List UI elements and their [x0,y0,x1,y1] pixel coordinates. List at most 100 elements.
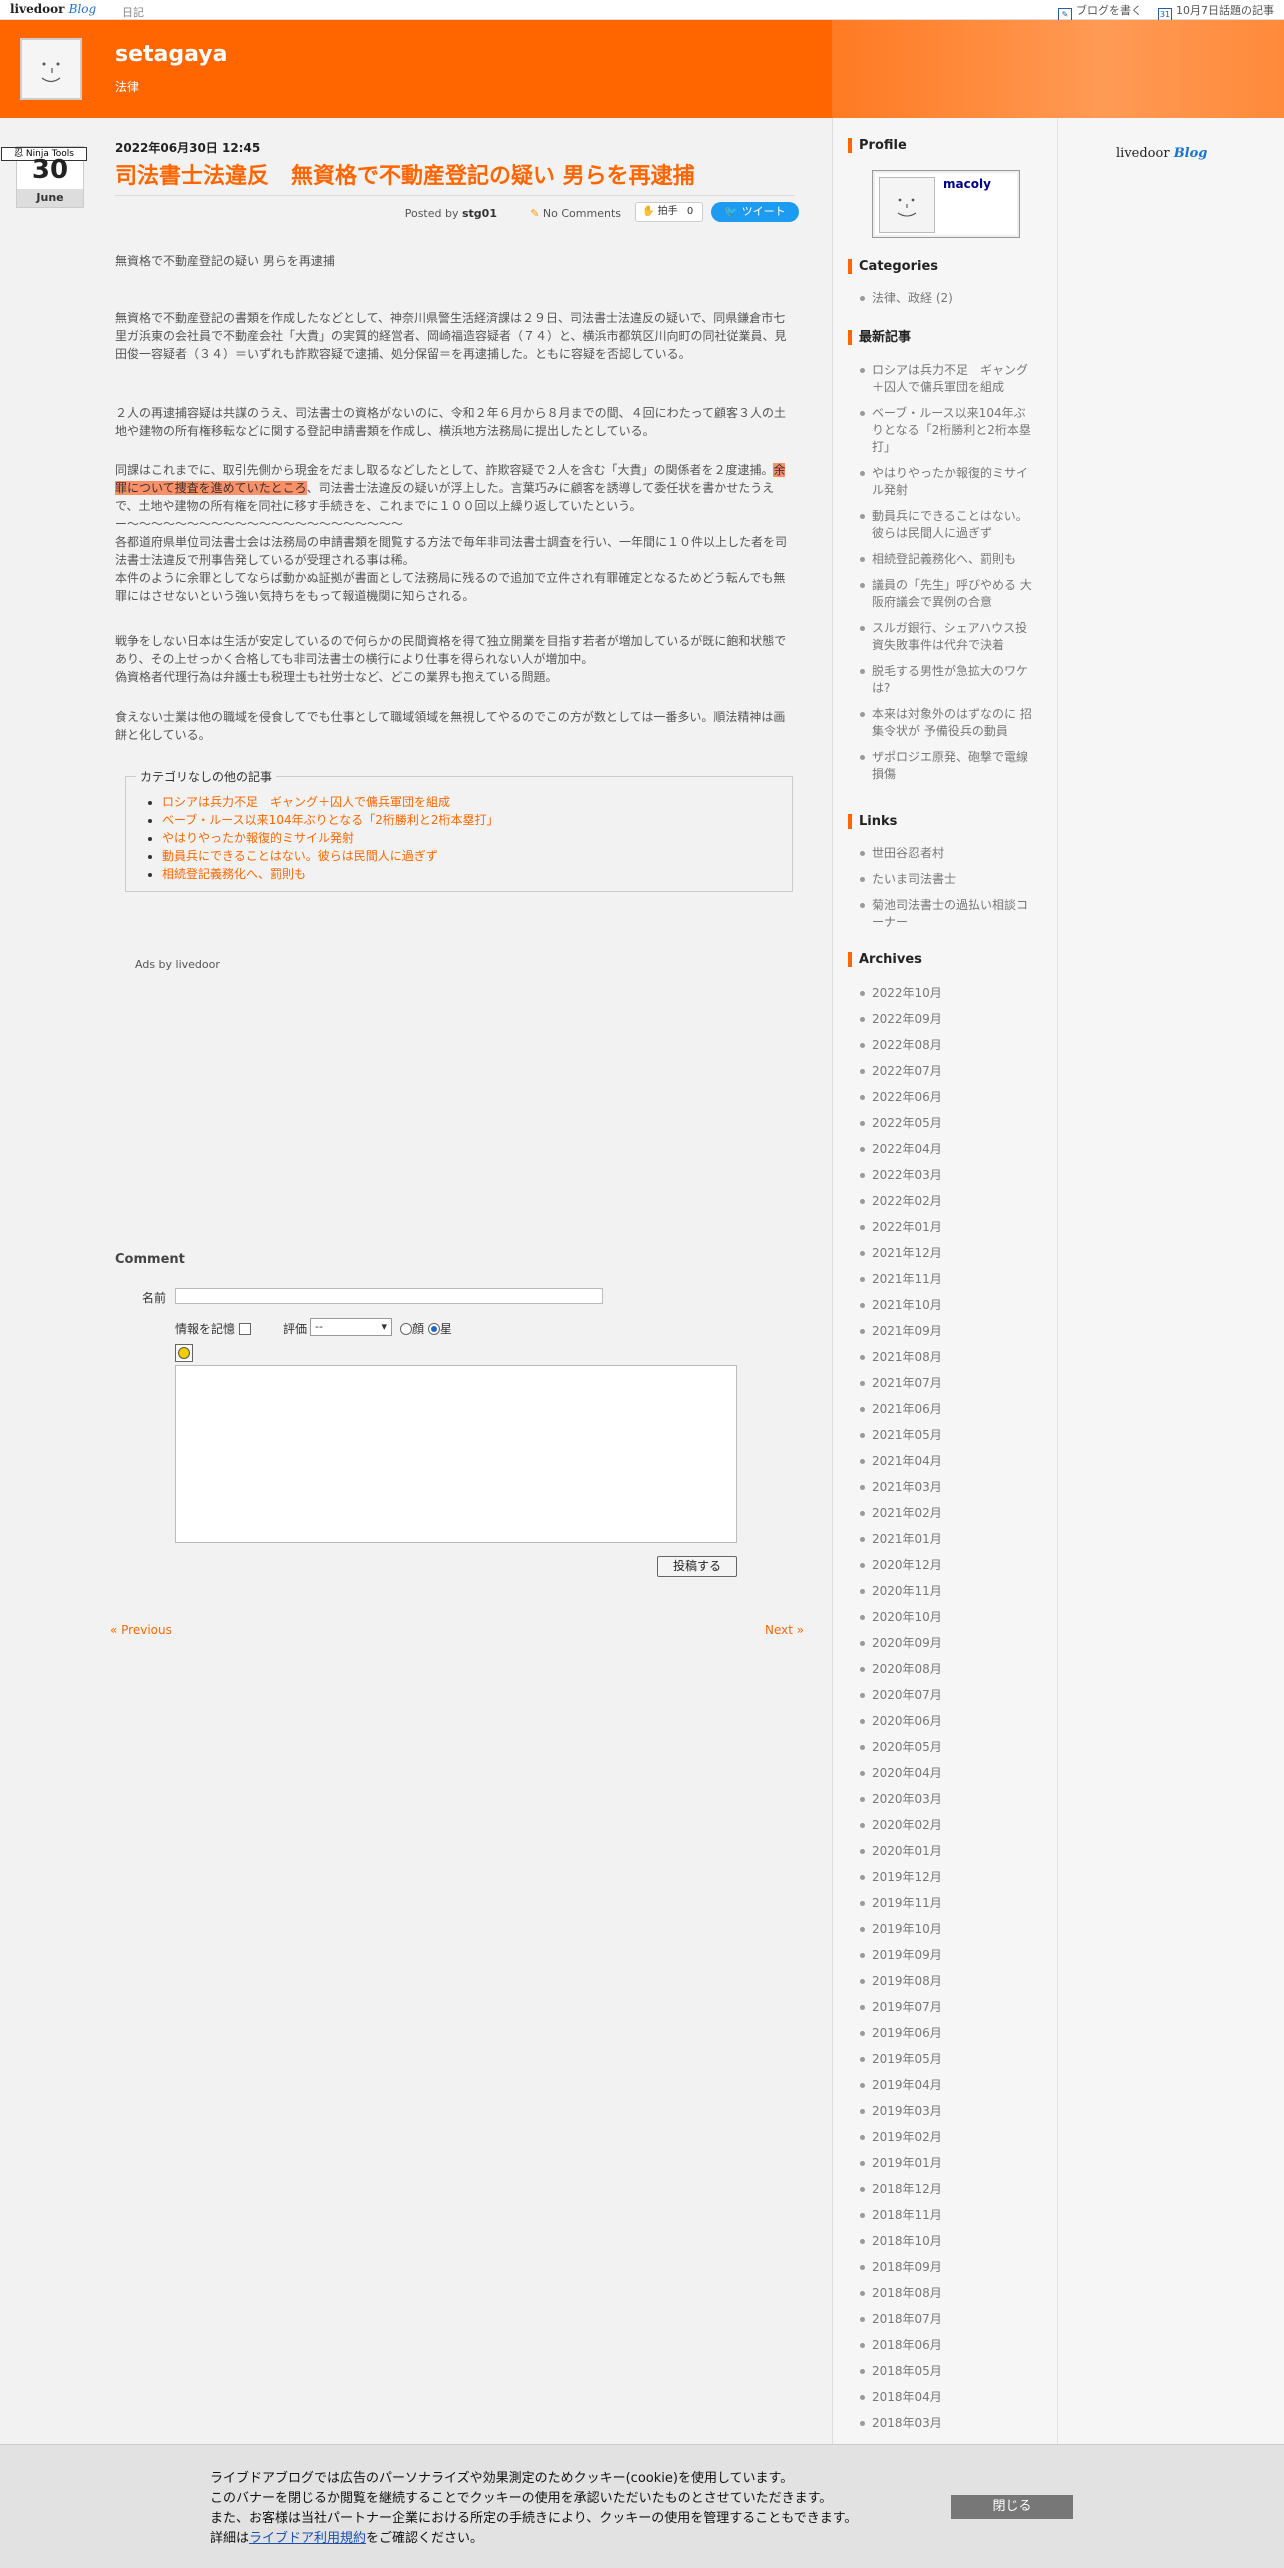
write-blog-link[interactable]: ✎ ブログを書く [1058,2,1142,22]
archive-item[interactable]: 2021年03月 [858,1474,1036,1500]
face-radio[interactable] [400,1323,412,1335]
archive-item[interactable]: 2020年11月 [858,1578,1036,1604]
archive-item[interactable]: 2019年08月 [858,1968,1036,1994]
archive-item[interactable]: 2021年11月 [858,1266,1036,1292]
archive-item[interactable]: 2020年07月 [858,1682,1036,1708]
tweet-button[interactable]: 🐦 ツイート [711,202,799,222]
recent-item[interactable]: 相続登記義務化へ、罰則も [858,551,1036,568]
recent-item[interactable]: 議員の「先生」呼びやめる 大阪府議会で異例の合意 [858,577,1036,611]
related-item[interactable]: ロシアは兵力不足 ギャング＋囚人で傭兵軍団を組成 [162,793,499,811]
archive-item[interactable]: 2021年09月 [858,1318,1036,1344]
archive-item[interactable]: 2019年05月 [858,2046,1036,2072]
archive-item[interactable]: 2021年05月 [858,1422,1036,1448]
star-radio[interactable] [427,1323,440,1335]
archive-item[interactable]: 2022年02月 [858,1188,1036,1214]
name-input[interactable] [175,1288,603,1304]
archive-item[interactable]: 2018年04月 [858,2384,1036,2410]
archive-item[interactable]: 2022年05月 [858,1110,1036,1136]
archive-item[interactable]: 2019年09月 [858,1942,1036,1968]
archive-item[interactable]: 2018年10月 [858,2228,1036,2254]
archive-item[interactable]: 2020年09月 [858,1630,1036,1656]
archive-item[interactable]: 2020年12月 [858,1552,1036,1578]
archive-item[interactable]: 2020年01月 [858,1838,1036,1864]
recent-item[interactable]: スルガ銀行、シェアハウス投資失敗事件は代弁で決着 [858,620,1036,654]
recent-item[interactable]: 本来は対象外のはずなのに 招集令状が 予備役兵の動員 [858,706,1036,740]
archive-item[interactable]: 2018年06月 [858,2332,1036,2358]
archive-item[interactable]: 2019年03月 [858,2098,1036,2124]
recent-item[interactable]: ベーブ・ルース以来104年ぶりとなる「2桁勝利と2桁本塁打」 [858,405,1036,456]
archive-item[interactable]: 2022年10月 [858,980,1036,1006]
terms-link[interactable]: ライブドア利用規約 [249,2531,366,2546]
recent-item[interactable]: やはりやったか報復的ミサイル発射 [858,465,1036,499]
recent-item[interactable]: 脱毛する男性が急拡大のワケは? [858,663,1036,697]
previous-link[interactable]: « Previous [110,1623,172,1637]
archive-item[interactable]: 2018年05月 [858,2358,1036,2384]
clap-button[interactable]: ✋ 拍手 0 [635,202,703,222]
emoji-icon[interactable] [175,1344,193,1362]
archive-item[interactable]: 2020年04月 [858,1760,1036,1786]
archive-item[interactable]: 2018年11月 [858,2202,1036,2228]
archive-item[interactable]: 2019年07月 [858,1994,1036,2020]
archive-item[interactable]: 2022年07月 [858,1058,1036,1084]
recent-item[interactable]: ロシアは兵力不足 ギャング＋囚人で傭兵軍団を組成 [858,362,1036,396]
cookie-close-button[interactable]: 閉じる [951,2495,1073,2519]
archive-item[interactable]: 2021年06月 [858,1396,1036,1422]
archive-item[interactable]: 2019年02月 [858,2124,1036,2150]
post-title[interactable]: 司法書士法違反 無資格で不動産登記の疑い 男らを再逮捕 [115,158,795,196]
archive-item[interactable]: 2019年10月 [858,1916,1036,1942]
diary-link[interactable]: 日記 [122,4,144,20]
rating-select[interactable]: -- ▾ [310,1318,392,1336]
archive-item[interactable]: 2019年04月 [858,2072,1036,2098]
remember-checkbox[interactable] [238,1323,251,1335]
archive-item[interactable]: 2020年08月 [858,1656,1036,1682]
related-item[interactable]: 相続登記義務化へ、罰則も [162,865,499,883]
related-item[interactable]: ベーブ・ルース以来104年ぶりとなる「2桁勝利と2桁本塁打」 [162,811,499,829]
archive-item[interactable]: 2021年07月 [858,1370,1036,1396]
archive-item[interactable]: 2019年06月 [858,2020,1036,2046]
category-item[interactable]: 法律、政経 (2) [858,290,1036,307]
archive-item[interactable]: 2018年07月 [858,2306,1036,2332]
archive-item[interactable]: 2021年10月 [858,1292,1036,1318]
archive-item[interactable]: 2018年12月 [858,2176,1036,2202]
archive-item[interactable]: 2022年01月 [858,1214,1036,1240]
livedoor-blog-logo[interactable]: livedoor Blog [10,2,96,16]
archive-item[interactable]: 2020年10月 [858,1604,1036,1630]
trending-link[interactable]: 31 10月7日話題の記事 [1158,2,1274,22]
archive-item[interactable]: 2021年04月 [858,1448,1036,1474]
blog-avatar[interactable] [20,38,82,100]
archive-item[interactable]: 2021年08月 [858,1344,1036,1370]
link-item[interactable]: たいま司法書士 [858,871,1036,888]
archive-item[interactable]: 2019年11月 [858,1890,1036,1916]
archive-item[interactable]: 2021年02月 [858,1500,1036,1526]
archive-item[interactable]: 2022年06月 [858,1084,1036,1110]
archive-item[interactable]: 2022年09月 [858,1006,1036,1032]
comment-textarea[interactable] [175,1365,737,1543]
next-link[interactable]: Next » [765,1623,804,1637]
link-item[interactable]: 世田谷忍者村 [858,845,1036,862]
archive-item[interactable]: 2022年04月 [858,1136,1036,1162]
archive-item[interactable]: 2021年01月 [858,1526,1036,1552]
archive-item[interactable]: 2019年01月 [858,2150,1036,2176]
archive-item[interactable]: 2018年09月 [858,2254,1036,2280]
profile-name[interactable]: macoly [943,177,991,191]
related-item[interactable]: やはりやったか報復的ミサイル発射 [162,829,499,847]
recent-item[interactable]: 動員兵にできることはない。彼らは民間人に過ぎず [858,508,1036,542]
archive-item[interactable]: 2021年12月 [858,1240,1036,1266]
archive-item[interactable]: 2022年08月 [858,1032,1036,1058]
submit-comment-button[interactable]: 投稿する [657,1556,737,1577]
recent-item[interactable]: ザポロジエ原発、砲撃で電線損傷 [858,749,1036,783]
archive-item[interactable]: 2020年02月 [858,1812,1036,1838]
link-item[interactable]: 菊池司法書士の過払い相談コーナー [858,897,1036,931]
related-item[interactable]: 動員兵にできることはない。彼らは民間人に過ぎず [162,847,499,865]
comments-link[interactable]: ✎ No Comments [530,207,621,220]
archive-item[interactable]: 2018年08月 [858,2280,1036,2306]
archive-item[interactable]: 2020年05月 [858,1734,1036,1760]
livedoor-blog-sidebar-logo[interactable]: livedoor Blog [1116,146,1207,161]
archive-item[interactable]: 2018年03月 [858,2410,1036,2436]
archive-item[interactable]: 2022年03月 [858,1162,1036,1188]
blog-title[interactable]: setagaya [115,42,227,67]
profile-avatar[interactable] [879,177,935,233]
archive-item[interactable]: 2019年12月 [858,1864,1036,1890]
archive-item[interactable]: 2020年03月 [858,1786,1036,1812]
author-link[interactable]: stg01 [462,207,497,220]
